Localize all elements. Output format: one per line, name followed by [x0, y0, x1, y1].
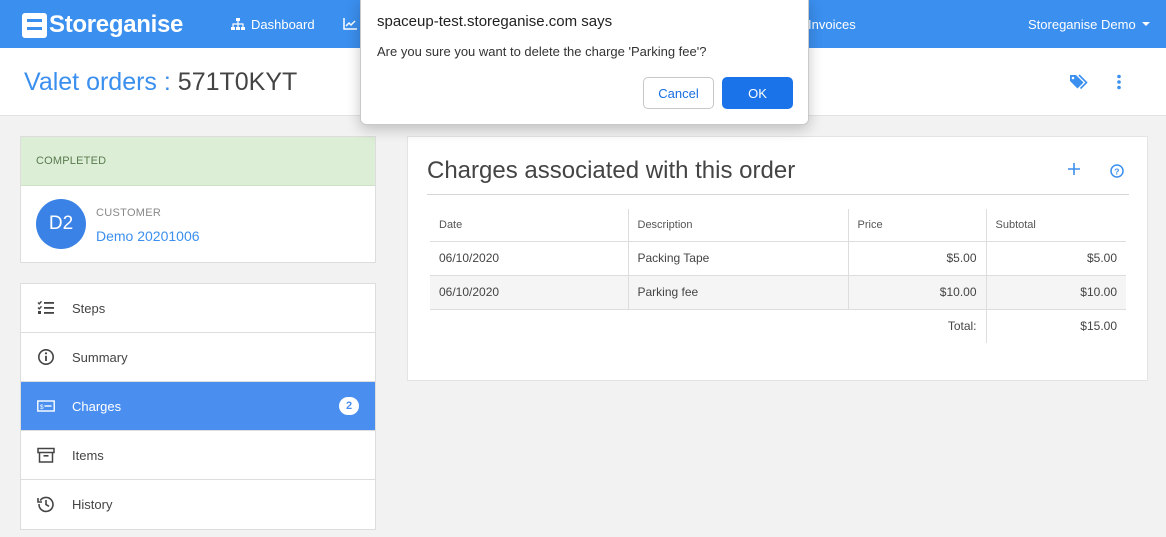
menu-item-history[interactable]: History	[21, 480, 375, 529]
cancel-button[interactable]: Cancel	[643, 77, 714, 109]
column-header-description: Description	[628, 209, 849, 242]
column-header-subtotal: Subtotal	[986, 209, 1126, 242]
dialog-message: Are you sure you want to delete the char…	[377, 44, 707, 59]
line-chart-icon	[343, 18, 357, 30]
empty-cell	[430, 309, 628, 343]
brand-name: Storeganise	[49, 11, 184, 38]
cell-description: Packing Tape	[628, 241, 849, 276]
empty-cell	[628, 309, 848, 343]
cell-price: $10.00	[848, 275, 987, 310]
customer-label: CUSTOMER	[96, 207, 162, 219]
archive-box-icon	[37, 447, 55, 463]
brand-logo[interactable]: Storeganise	[22, 11, 183, 39]
nav-invoices-label: Invoices	[808, 16, 856, 32]
order-summary-card: COMPLETED D2 CUSTOMER Demo 20201006	[20, 136, 376, 263]
dialog-title: spaceup-test.storeganise.com says	[377, 13, 613, 30]
menu-item-label: Summary	[72, 349, 128, 365]
sitemap-icon	[231, 18, 245, 30]
divider	[427, 194, 1129, 195]
confirm-dialog: spaceup-test.storeganise.com says Are yo…	[360, 0, 809, 125]
column-header-price: Price	[848, 209, 987, 242]
help-circle-icon[interactable]: ?	[1110, 164, 1124, 178]
plus-icon[interactable]	[1068, 163, 1080, 175]
history-icon	[37, 496, 54, 513]
cell-subtotal: $10.00	[986, 275, 1126, 310]
checklist-icon	[37, 300, 54, 314]
status-badge: COMPLETED	[21, 137, 375, 186]
menu-item-label: Charges	[72, 398, 122, 414]
nav-reports[interactable]	[343, 0, 357, 48]
ok-button[interactable]: OK	[722, 77, 793, 109]
page-title-separator: :	[163, 68, 171, 96]
column-header-date: Date	[430, 209, 629, 242]
menu-item-items[interactable]: Items	[21, 431, 375, 480]
page-title: Valet orders : 571T0KYT	[24, 68, 297, 97]
cell-price: $5.00	[848, 241, 987, 276]
menu-item-steps[interactable]: Steps	[21, 284, 375, 333]
charges-table: Date Description Price Subtotal 06/10/20…	[430, 209, 1126, 343]
cell-date: 06/10/2020	[430, 241, 629, 276]
menu-item-label: History	[72, 497, 113, 512]
user-menu[interactable]: Storeganise Demo	[1028, 0, 1150, 48]
total-value: $15.00	[1080, 319, 1117, 334]
order-menu: Steps Summary $ Charges 2 Items History	[20, 283, 376, 530]
more-vertical-icon[interactable]	[1116, 74, 1122, 90]
total-row: Total: $15.00	[430, 309, 1126, 343]
info-icon	[38, 349, 54, 365]
nav-dashboard-label: Dashboard	[251, 16, 315, 32]
svg-text:?: ?	[1114, 166, 1119, 176]
table-header-row: Date Description Price Subtotal	[430, 209, 1126, 242]
charges-count-badge: 2	[339, 397, 359, 415]
user-menu-label: Storeganise Demo	[1028, 16, 1136, 32]
caret-down-icon	[1141, 22, 1150, 26]
total-label: Total:	[848, 309, 987, 343]
avatar[interactable]: D2	[36, 199, 86, 249]
page-title-section[interactable]: Valet orders	[24, 68, 157, 96]
menu-item-summary[interactable]: Summary	[21, 333, 375, 382]
order-code: 571T0KYT	[177, 68, 298, 96]
tags-icon[interactable]	[1070, 74, 1088, 90]
table-row[interactable]: 06/10/2020 Packing Tape $5.00 $5.00	[430, 241, 1126, 276]
table-row[interactable]: 06/10/2020 Parking fee $10.00 $10.00	[430, 275, 1126, 310]
cell-date: 06/10/2020	[430, 275, 629, 310]
logo-icon	[22, 12, 47, 38]
menu-item-label: Items	[72, 447, 104, 463]
nav-invoices[interactable]: Invoices	[808, 0, 856, 48]
menu-item-charges[interactable]: $ Charges 2	[21, 382, 375, 431]
charges-panel: Charges associated with this order ? Dat…	[407, 136, 1148, 381]
cell-description: Parking fee	[628, 275, 849, 310]
menu-item-label: Steps	[72, 300, 106, 316]
money-icon: $	[37, 400, 55, 412]
charges-title: Charges associated with this order	[427, 157, 796, 184]
customer-link[interactable]: Demo 20201006	[96, 228, 200, 244]
nav-dashboard[interactable]: Dashboard	[231, 0, 315, 48]
svg-text:$: $	[40, 404, 44, 411]
cell-subtotal: $5.00	[986, 241, 1126, 276]
